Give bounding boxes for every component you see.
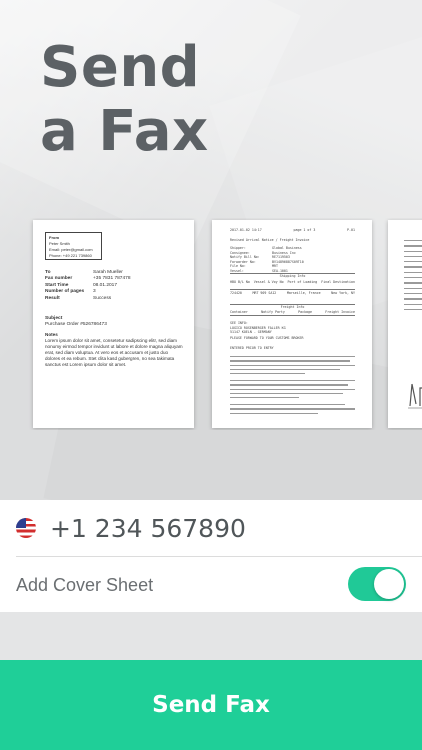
cover-sheet-preview[interactable]: From Peter Smith Email: peter@gmail.com … xyxy=(33,220,194,428)
cover-sheet-row: Add Cover Sheet xyxy=(0,557,422,612)
page3-diagram xyxy=(408,383,422,409)
title-line-1: Send xyxy=(40,35,201,100)
doc-header: 2017-01-02 14:17 page 1 of 3 P.01 xyxy=(230,228,355,232)
cover-sheet-label: Add Cover Sheet xyxy=(16,575,154,595)
send-fax-button[interactable]: Send Fax xyxy=(0,660,422,750)
subject-value: Purchase Order #526786473 xyxy=(45,322,107,327)
us-flag-icon[interactable] xyxy=(16,518,36,538)
page3-text-lines xyxy=(404,240,422,314)
freight-info-heading: Freight Info xyxy=(230,304,355,310)
fax-number-row[interactable]: +1 234 567890 xyxy=(0,500,422,556)
address-block: SEE INFO: LOGICO ROSENBERGER FALLER KG 511… xyxy=(230,321,286,334)
page-title: Send a Fax xyxy=(40,36,209,164)
shipper-values: Global Business Business Inc RE7119503 BV1… xyxy=(272,246,304,273)
sub-notice-line: ENTERED PRIOR TO ENTRY xyxy=(230,346,274,350)
doc-title: Revised Arrival Notice / Freight Invoice xyxy=(230,238,310,242)
body-text-lines xyxy=(230,356,355,377)
shipping-cols: HBO B/L No Vessel & Voy No Port of Loading… xyxy=(230,280,355,284)
toggle-knob xyxy=(374,569,404,599)
cover-sheet-toggle[interactable] xyxy=(348,567,406,601)
fax-number-field[interactable]: +1 234 567890 xyxy=(50,514,246,544)
from-phone: Phone: +49 221 739860 xyxy=(49,253,92,258)
document-page-preview[interactable]: 2017-01-02 14:17 page 1 of 3 P.01 Revise… xyxy=(212,220,372,428)
fax-details: To Sarah Mueller Fax number +35 7831 78747… xyxy=(45,270,130,302)
detail-row: Result Success xyxy=(45,295,112,301)
shipper-labels: Shipper: Consignee: Notify Bill No: Forwar… xyxy=(230,246,260,273)
shipping-values: 724420 MRT 909 SA12 Marseille, France New Y… xyxy=(230,289,355,295)
subject-block: Subject Purchase Order #526786473 xyxy=(45,316,107,328)
fax-form-panel: +1 234 567890 Add Cover Sheet xyxy=(0,500,422,612)
from-box: From Peter Smith Email: peter@gmail.com … xyxy=(45,232,102,260)
document-preview-carousel[interactable]: From Peter Smith Email: peter@gmail.com … xyxy=(0,218,422,430)
notes-text: Lorem ipsum dolor sit amet, consetetur s… xyxy=(45,338,183,367)
notice-line: PLEASE FORWARD TO YOUR CUSTOMS BROKER xyxy=(230,336,304,340)
body-text-lines-3 xyxy=(230,404,355,417)
freight-cols: Container Notify Party Package Freight Invo… xyxy=(230,310,355,316)
shipping-info-heading: Shipping Info xyxy=(230,273,355,279)
document-page-preview-3[interactable] xyxy=(388,220,422,428)
notes-block: Notes Lorem ipsum dolor sit amet, conset… xyxy=(45,332,183,368)
body-text-lines-2 xyxy=(230,380,355,401)
title-line-2: a Fax xyxy=(40,99,209,164)
